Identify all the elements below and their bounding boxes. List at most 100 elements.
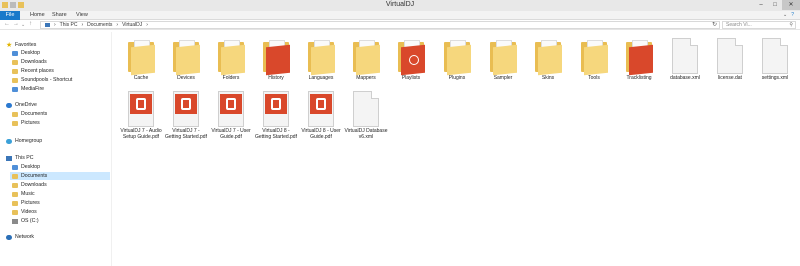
file-item-history[interactable]: History bbox=[254, 38, 298, 81]
tab-view[interactable]: View bbox=[76, 12, 88, 18]
folder-icon bbox=[12, 120, 18, 126]
nav-onedrive-documents[interactable]: Documents bbox=[12, 110, 47, 118]
virtualdj-folder-icon bbox=[624, 38, 654, 76]
file-item-vdj7-getting-started[interactable]: VirtualDJ 7 - Getting Started.pdf bbox=[164, 91, 208, 140]
minimize-button[interactable]: – bbox=[754, 0, 768, 10]
maximize-button[interactable]: □ bbox=[768, 0, 782, 10]
file-label: Tools bbox=[588, 75, 600, 81]
nav-fav-mediafire[interactable]: MediaFire bbox=[12, 85, 44, 93]
file-label: Plugins bbox=[448, 75, 466, 81]
folder-icon bbox=[171, 38, 201, 76]
nav-homegroup[interactable]: Homegroup bbox=[6, 137, 42, 145]
file-item-license-dat[interactable]: license.dat bbox=[708, 38, 752, 81]
address-bar[interactable]: › This PC › Documents › VirtualDJ › bbox=[40, 21, 720, 29]
headphones-icon bbox=[409, 55, 419, 65]
file-item-vdj8-getting-started[interactable]: VirtualDJ 8 - Getting Started.pdf bbox=[254, 91, 298, 140]
downloads-icon bbox=[12, 59, 18, 65]
folder-icon bbox=[533, 38, 563, 76]
file-item-playlists[interactable]: Playlists bbox=[389, 38, 433, 81]
file-label: settings.xml bbox=[761, 75, 789, 81]
search-icon: ⚲ bbox=[789, 22, 793, 28]
forward-button[interactable]: → bbox=[13, 21, 19, 27]
help-icon[interactable]: ? bbox=[791, 12, 794, 18]
file-item-folders[interactable]: Folders bbox=[209, 38, 253, 81]
nav-this-pc[interactable]: This PC bbox=[6, 154, 33, 162]
window-title: VirtualDJ bbox=[385, 1, 415, 8]
tab-share[interactable]: Share bbox=[52, 12, 67, 18]
file-item-settings-xml[interactable]: settings.xml bbox=[753, 38, 797, 81]
file-label: Skins bbox=[541, 75, 555, 81]
file-label: Sampler bbox=[493, 75, 513, 81]
document-icon bbox=[353, 91, 379, 127]
videos-icon bbox=[12, 209, 18, 215]
nav-onedrive[interactable]: OneDrive bbox=[6, 101, 37, 109]
nav-network[interactable]: Network bbox=[6, 233, 34, 241]
drive-icon bbox=[12, 218, 18, 224]
nav-pc-music[interactable]: Music bbox=[12, 190, 35, 198]
file-label: VirtualDJ 7 - Getting Started.pdf bbox=[165, 128, 207, 140]
file-label: database.xml bbox=[670, 75, 700, 81]
nav-pc-os-drive[interactable]: OS (C:) bbox=[12, 217, 39, 225]
nav-label: Favorites bbox=[15, 42, 37, 48]
file-item-skins[interactable]: Skins bbox=[526, 38, 570, 81]
folder-icon bbox=[306, 38, 336, 76]
nav-label: Recent places bbox=[21, 68, 54, 74]
document-icon bbox=[717, 38, 743, 74]
file-item-vdj7-user-guide[interactable]: VirtualDJ 7 - User Guide.pdf bbox=[209, 91, 253, 140]
close-button[interactable]: ✕ bbox=[782, 0, 800, 10]
tab-home[interactable]: Home bbox=[30, 12, 45, 18]
nav-pc-documents[interactable]: Documents bbox=[10, 172, 110, 180]
file-item-database-xml[interactable]: database.xml bbox=[663, 38, 707, 81]
music-icon bbox=[12, 191, 18, 197]
nav-fav-desktop[interactable]: Desktop bbox=[12, 49, 40, 57]
homegroup-icon bbox=[6, 138, 12, 144]
nav-label: Pictures bbox=[21, 200, 40, 206]
breadcrumb-virtualdj[interactable]: VirtualDJ bbox=[122, 22, 142, 28]
nav-fav-soundpools[interactable]: Soundpools - Shortcut bbox=[12, 76, 72, 84]
nav-label: Downloads bbox=[21, 182, 47, 188]
nav-pc-downloads[interactable]: Downloads bbox=[12, 181, 47, 189]
file-item-vdj8-user-guide[interactable]: VirtualDJ 8 - User Guide.pdf bbox=[299, 91, 343, 140]
file-item-plugins[interactable]: Plugins bbox=[435, 38, 479, 81]
file-item-cache[interactable]: Cache bbox=[119, 38, 163, 81]
nav-favorites[interactable]: ★ Favorites bbox=[6, 41, 36, 49]
nav-label: Soundpools - Shortcut bbox=[21, 77, 73, 83]
breadcrumb-separator: › bbox=[146, 22, 148, 28]
nav-pc-desktop[interactable]: Desktop bbox=[12, 163, 40, 171]
nav-label: Desktop bbox=[21, 164, 41, 170]
document-icon bbox=[762, 38, 788, 74]
nav-pc-videos[interactable]: Videos bbox=[12, 208, 37, 216]
pdf-icon bbox=[308, 91, 334, 127]
file-item-tracklisting[interactable]: Tracklisting bbox=[617, 38, 661, 81]
up-button[interactable]: ↑ bbox=[29, 21, 32, 27]
file-label: Mappers bbox=[356, 75, 376, 81]
back-button[interactable]: ← bbox=[4, 21, 10, 27]
file-label: Folders bbox=[222, 75, 240, 81]
nav-fav-downloads[interactable]: Downloads bbox=[12, 58, 47, 66]
nav-pc-pictures[interactable]: Pictures bbox=[12, 199, 40, 207]
file-item-database-v6[interactable]: VirtualDJ Database v6.xml bbox=[344, 91, 388, 140]
file-item-languages[interactable]: Languages bbox=[299, 38, 343, 81]
nav-onedrive-pictures[interactable]: Pictures bbox=[12, 119, 40, 127]
file-item-sampler[interactable]: Sampler bbox=[481, 38, 525, 81]
file-label: VirtualDJ Database v6.xml bbox=[344, 128, 388, 140]
recent-locations-icon[interactable]: ⌄ bbox=[21, 22, 25, 28]
file-item-vdj7-audio-setup[interactable]: VirtualDJ 7 - Audio Setup Guide.pdf bbox=[119, 91, 163, 140]
expand-ribbon-icon[interactable]: ⌄ bbox=[783, 12, 787, 18]
file-label: VirtualDJ 8 - User Guide.pdf bbox=[301, 128, 341, 140]
pdf-icon bbox=[128, 91, 154, 127]
search-input[interactable]: Search Vi... ⚲ bbox=[722, 21, 796, 29]
mediafire-icon bbox=[12, 86, 18, 92]
nav-fav-recent[interactable]: Recent places bbox=[12, 67, 54, 75]
folder-icon bbox=[216, 38, 246, 76]
navigation-pane: ★ Favorites Desktop Downloads Recent plac… bbox=[0, 32, 112, 266]
file-item-devices[interactable]: Devices bbox=[164, 38, 208, 81]
file-label: Tracklisting bbox=[626, 75, 652, 81]
file-item-tools[interactable]: Tools bbox=[572, 38, 616, 81]
breadcrumb-documents[interactable]: Documents bbox=[87, 22, 112, 28]
refresh-icon[interactable]: ↻ bbox=[712, 21, 717, 28]
tab-file[interactable]: File bbox=[0, 11, 20, 20]
star-icon: ★ bbox=[6, 41, 13, 49]
file-item-mappers[interactable]: Mappers bbox=[344, 38, 388, 81]
breadcrumb-this-pc[interactable]: This PC bbox=[60, 22, 78, 28]
